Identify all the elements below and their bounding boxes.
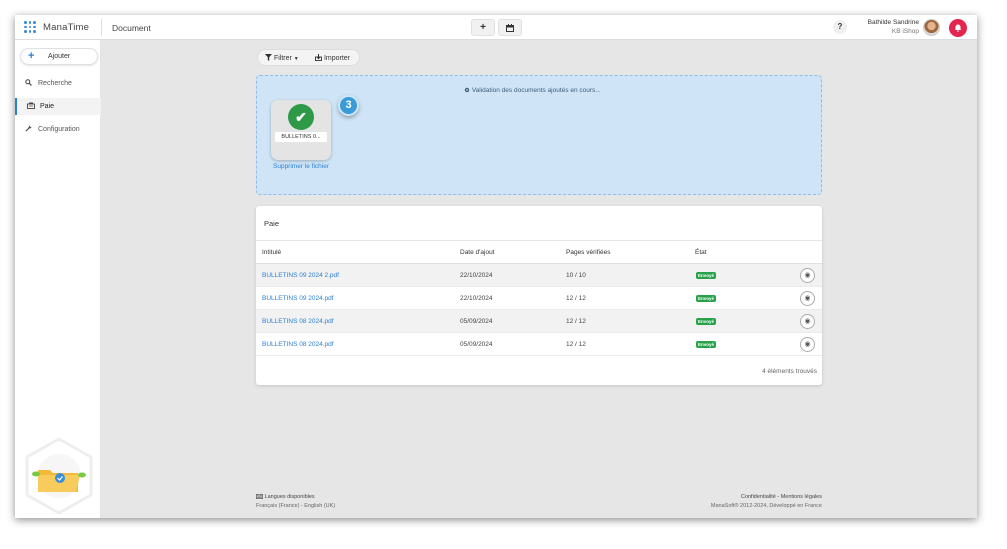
user-name[interactable]: Bathilde Sandrine: [853, 19, 919, 26]
upload-dropzone[interactable]: Validation des documents ajoutés en cour…: [256, 75, 822, 195]
view-button[interactable]: ◉: [800, 314, 815, 329]
document-link[interactable]: BULLETINS 08 2024.pdf: [262, 318, 334, 325]
column-header-date[interactable]: Date d'ajout: [460, 249, 495, 256]
search-icon: [25, 79, 32, 88]
step-number-badge: 3: [338, 95, 359, 116]
column-header-status[interactable]: État: [695, 249, 707, 256]
calendar-button[interactable]: [498, 19, 522, 36]
delete-file-link[interactable]: Supprimer le fichier: [273, 162, 329, 172]
help-button[interactable]: ?: [833, 20, 847, 34]
gear-icon: [464, 87, 470, 93]
file-name: BULLETINS 0...: [275, 132, 327, 142]
import-icon: [315, 54, 322, 61]
eye-icon: ◉: [804, 341, 811, 348]
column-header-pages[interactable]: Pages vérifiées: [566, 249, 610, 256]
payroll-icon: [27, 102, 35, 111]
view-button[interactable]: ◉: [800, 268, 815, 283]
eye-icon: ◉: [804, 272, 811, 279]
sidebar-item-paie[interactable]: Paie: [15, 98, 101, 115]
view-button[interactable]: ◉: [800, 337, 815, 352]
apps-grid-icon[interactable]: [24, 21, 36, 33]
legal-links[interactable]: Confidentialité - Mentions légales: [622, 494, 822, 500]
documents-card: Paie Intitulé Date d'ajout Pages vérifié…: [256, 206, 822, 385]
date-cell: 05/09/2024: [460, 318, 493, 325]
table-row: BULLETINS 08 2024.pdf 05/09/2024 12 / 12…: [256, 310, 822, 333]
table-header: Intitulé Date d'ajout Pages vérifiées Ét…: [256, 240, 822, 264]
add-button[interactable]: +: [471, 19, 495, 36]
table-row: BULLETINS 09 2024 2.pdf 22/10/2024 10 / …: [256, 264, 822, 287]
import-button[interactable]: Importer: [315, 54, 350, 62]
pages-cell: 12 / 12: [566, 295, 586, 302]
status-badge: Envoyé: [696, 295, 717, 302]
language-icon: [256, 494, 264, 500]
top-bar: ManaTime Document + ? Bathilde Sandrine …: [15, 15, 977, 40]
sidebar-item-recherche[interactable]: Recherche: [15, 75, 101, 92]
pages-cell: 10 / 10: [566, 272, 586, 279]
user-company: KB iShop: [891, 28, 919, 35]
pages-cell: 12 / 12: [566, 341, 586, 348]
languages-title-text: Langues disponibles: [264, 494, 315, 500]
add-button-sidebar[interactable]: + Ajouter: [20, 48, 98, 65]
sidebar-item-label: Recherche: [38, 80, 72, 87]
caret-down-icon: ▼: [293, 56, 299, 62]
header-divider: [101, 19, 102, 36]
import-label: Importer: [323, 55, 351, 62]
document-link[interactable]: BULLETINS 09 2024 2.pdf: [262, 272, 339, 279]
document-link[interactable]: BULLETINS 09 2024.pdf: [262, 295, 334, 302]
app-name[interactable]: ManaTime: [43, 22, 89, 33]
eye-icon: ◉: [804, 295, 811, 302]
filter-import-toolbar: Filtrer ▼ Importer: [257, 49, 360, 66]
page-title: Document: [112, 23, 151, 33]
sidebar: + Ajouter Recherche Paie Configuration: [15, 40, 101, 518]
sidebar-item-configuration[interactable]: Configuration: [15, 121, 101, 138]
table-row: BULLETINS 09 2024.pdf 22/10/2024 12 / 12…: [256, 287, 822, 310]
filter-icon: [265, 54, 272, 61]
uploaded-file-tile[interactable]: ✔ BULLETINS 0...: [271, 100, 331, 160]
languages-title: Langues disponibles: [256, 494, 315, 500]
validation-text: Validation des documents ajoutés en cour…: [471, 87, 601, 94]
add-label: Ajouter: [48, 53, 71, 60]
date-cell: 22/10/2024: [460, 272, 493, 279]
pages-cell: 12 / 12: [566, 318, 586, 325]
card-title: Paie: [264, 219, 280, 228]
status-badge: Envoyé: [696, 341, 717, 348]
check-icon: ✔: [288, 104, 314, 130]
app-window: ManaTime Document + ? Bathilde Sandrine …: [15, 15, 977, 518]
languages-links[interactable]: Français (France) - English (UK): [256, 503, 335, 509]
wrench-icon: [25, 125, 32, 134]
date-cell: 05/09/2024: [460, 341, 493, 348]
results-count: 4 éléments trouvés: [762, 368, 817, 375]
column-header-title[interactable]: Intitulé: [262, 249, 281, 256]
validation-message: Validation des documents ajoutés en cour…: [464, 87, 601, 94]
bell-icon: [955, 24, 961, 32]
status-badge: Envoyé: [696, 272, 717, 279]
sidebar-item-label: Paie: [40, 103, 55, 110]
document-link[interactable]: BULLETINS 08 2024.pdf: [262, 341, 334, 348]
table-row: BULLETINS 08 2024.pdf 05/09/2024 12 / 12…: [256, 333, 822, 356]
avatar[interactable]: [923, 19, 940, 36]
filter-button[interactable]: Filtrer ▼: [265, 54, 299, 62]
plus-icon: +: [28, 50, 35, 62]
date-cell: 22/10/2024: [460, 295, 493, 302]
folder-illustration: [24, 437, 94, 515]
filter-label: Filtrer: [273, 55, 292, 62]
notification-button[interactable]: [949, 19, 967, 37]
sidebar-item-label: Configuration: [38, 126, 80, 133]
copyright: ManaSoft® 2012-2024, Développé en France: [710, 503, 822, 509]
eye-icon: ◉: [804, 318, 811, 325]
view-button[interactable]: ◉: [800, 291, 815, 306]
status-badge: Envoyé: [696, 318, 717, 325]
calendar-icon: [506, 24, 514, 32]
